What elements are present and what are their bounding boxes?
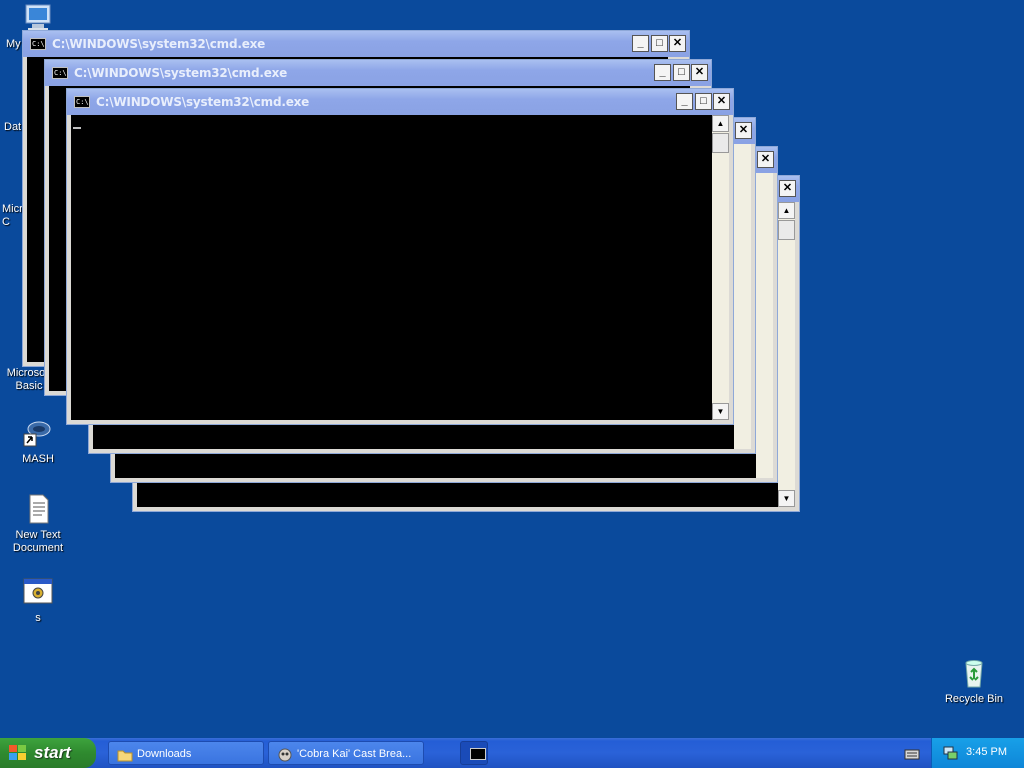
cmd-window-active[interactable]: C:\ C:\WINDOWS\system32\cmd.exe _ □ ✕ ▲ … [66,88,734,425]
cmd-icon: C:\ [74,96,90,108]
window-body: ▲ ▼ [71,115,729,420]
scroll-up-button[interactable]: ▲ [712,115,729,132]
minimize-button[interactable]: _ [654,64,671,81]
maximize-button[interactable]: □ [651,35,668,52]
windows-flag-icon [9,745,27,761]
cmd-icon: C:\ [30,38,46,50]
keyboard-icon[interactable] [904,747,920,760]
taskbar-button-label: 'Cobra Kai' Cast Brea... [297,748,412,760]
maximize-button[interactable]: □ [673,64,690,81]
title-bar[interactable]: C:\ C:\WINDOWS\system32\cmd.exe _ □ ✕ [23,31,689,57]
mash-icon [22,417,54,449]
window-title: C:\WINDOWS\system32\cmd.exe [96,95,310,109]
desktop-icon-s[interactable]: s [2,576,74,625]
close-button[interactable]: ✕ [779,180,796,197]
window-title: C:\WINDOWS\system32\cmd.exe [74,66,288,80]
cmd-icon [470,748,486,760]
taskbar-button-downloads[interactable]: Downloads [108,741,264,765]
window-title: C:\WINDOWS\system32\cmd.exe [52,37,266,51]
scrollbar[interactable]: ▲ ▼ [778,202,795,507]
minimize-button[interactable]: _ [676,93,693,110]
cursor [73,127,81,129]
close-button[interactable]: ✕ [713,93,730,110]
program-window-icon [22,576,54,608]
text-document-icon [22,493,54,525]
taskbar: start Downloads 'Cobra Kai' Cast Brea...… [0,738,1024,768]
taskbar-button-cmd[interactable] [460,741,488,765]
desktop-icon-new-text-document[interactable]: New Text Document [2,493,74,555]
title-bar[interactable]: C:\ C:\WINDOWS\system32\cmd.exe _ □ ✕ [67,89,733,115]
cmd-icon: C:\ [52,67,68,79]
minimize-button[interactable]: _ [632,35,649,52]
close-button[interactable]: ✕ [757,151,774,168]
desktop-icon-label: s [35,612,41,624]
scrollbar[interactable]: ▲ ▼ [712,115,729,420]
desktop-icon-mash[interactable]: MASH [2,417,74,466]
close-button[interactable]: ✕ [735,122,752,139]
clock[interactable]: 3:45 PM [966,746,1007,758]
taskbar-button-label: Downloads [137,748,192,760]
recycle-bin-icon [958,657,990,689]
desktop-icon-label: Recycle Bin [944,693,1004,705]
browser-icon [277,747,293,762]
start-label: start [34,743,71,762]
scroll-thumb[interactable] [712,133,729,153]
title-bar[interactable]: C:\ C:\WINDOWS\system32\cmd.exe _ □ ✕ [45,60,711,86]
scroll-down-button[interactable]: ▼ [778,490,795,507]
close-button[interactable]: ✕ [691,64,708,81]
desktop: My Dat Micros C Microsoft Basic MASH New… [0,0,1024,738]
taskbar-button-browser[interactable]: 'Cobra Kai' Cast Brea... [268,741,424,765]
scrollbar[interactable] [756,173,773,478]
folder-icon [117,747,133,762]
close-button[interactable]: ✕ [669,35,686,52]
system-tray: 3:45 PM [931,738,1024,768]
scroll-up-button[interactable]: ▲ [778,202,795,219]
desktop-icon-recycle-bin[interactable]: Recycle Bin [938,657,1010,706]
network-icon[interactable] [942,745,958,761]
desktop-icon-label: MASH [22,453,54,465]
scrollbar[interactable] [734,144,751,449]
scroll-thumb[interactable] [778,220,795,240]
console-area[interactable] [71,115,712,420]
desktop-icon-label: New Text Document [12,529,64,554]
maximize-button[interactable]: □ [695,93,712,110]
start-button[interactable]: start [0,738,96,768]
scroll-down-button[interactable]: ▼ [712,403,729,420]
